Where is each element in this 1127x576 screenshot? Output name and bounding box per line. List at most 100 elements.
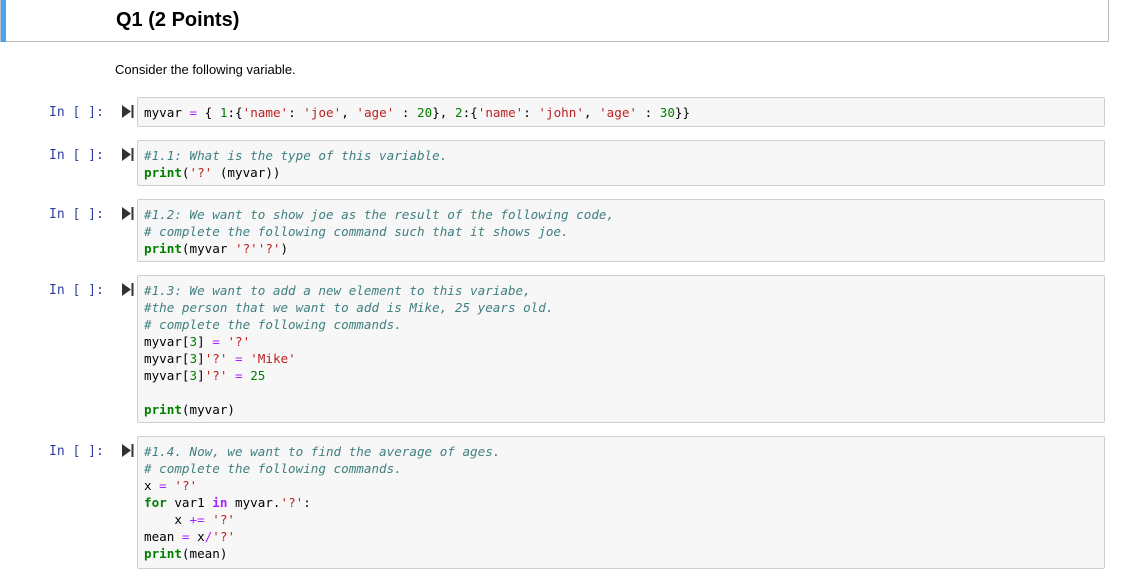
code-line: mean = x/'?': [144, 528, 1098, 545]
intro-text: Consider the following variable.: [115, 62, 296, 77]
code-line: myvar = { 1:{'name': 'joe', 'age' : 20},…: [144, 104, 1098, 121]
code-line: #1.4. Now, we want to find the average o…: [144, 443, 1098, 460]
code-token: myvar[: [144, 334, 190, 349]
code-token: 'name': [477, 105, 524, 120]
code-token: #1.3: We want to add a new element to th…: [144, 283, 531, 298]
code-token: =: [212, 334, 220, 349]
question-title: Q1 (2 Points): [116, 9, 240, 31]
code-token: mean: [144, 529, 182, 544]
code-editor[interactable]: #1.4. Now, we want to find the average o…: [138, 437, 1104, 566]
code-token: print: [144, 546, 182, 561]
code-token: myvar[: [144, 368, 190, 383]
code-token: ,: [583, 105, 600, 120]
code-token: x: [189, 529, 205, 544]
code-token: '?': [174, 478, 198, 493]
run-cell-icon[interactable]: [122, 283, 134, 296]
code-token: 3: [189, 351, 198, 366]
code-token: }}: [674, 105, 691, 120]
code-token: (myvar)): [212, 165, 281, 180]
code-token: #1.2: We want to show joe as the result …: [144, 207, 615, 222]
code-token: '?': [189, 165, 213, 180]
run-cell-icon[interactable]: [122, 148, 134, 161]
code-token: for: [144, 495, 167, 510]
code-editor[interactable]: #1.2: We want to show joe as the result …: [138, 200, 1104, 261]
code-token: :: [394, 105, 418, 120]
code-token: (myvar: [181, 241, 235, 256]
code-token: 'age': [356, 105, 395, 120]
code-editor[interactable]: #1.1: What is the type of this variable.…: [138, 141, 1104, 185]
code-editor[interactable]: #1.3: We want to add a new element to th…: [138, 276, 1104, 422]
code-token: myvar: [144, 105, 190, 120]
code-token: (: [181, 165, 190, 180]
code-line: print(mean): [144, 545, 1098, 562]
code-token: =: [235, 368, 243, 383]
code-token: ,: [341, 105, 357, 120]
code-line: x = '?': [144, 477, 1098, 494]
code-token: 3: [189, 368, 198, 383]
code-token: :{: [227, 105, 243, 120]
code-token: #the person that we want to add is Mike,…: [144, 300, 554, 315]
code-token: =: [235, 351, 243, 366]
code-input-area[interactable]: #1.4. Now, we want to find the average o…: [137, 436, 1105, 569]
code-line: #1.3: We want to add a new element to th…: [144, 282, 1098, 299]
code-token: myvar[: [144, 351, 190, 366]
code-token: :: [288, 105, 304, 120]
code-line: # complete the following commands.: [144, 460, 1098, 477]
code-token: 'age': [599, 105, 637, 120]
code-line: x += '?': [144, 511, 1098, 528]
input-prompt: In [ ]:: [49, 148, 104, 163]
code-line: for var1 in myvar.'?':: [144, 494, 1098, 511]
code-token: :{: [462, 105, 478, 120]
run-cell-icon[interactable]: [122, 105, 134, 118]
code-token: ]: [197, 334, 213, 349]
code-token: 2: [454, 105, 463, 120]
code-token: +=: [189, 512, 205, 527]
code-line: print('?' (myvar)): [144, 164, 1098, 181]
run-cell-icon[interactable]: [122, 207, 134, 220]
run-cell-icon[interactable]: [122, 444, 134, 457]
code-editor[interactable]: myvar = { 1:{'name': 'joe', 'age' : 20},…: [138, 98, 1104, 125]
code-token: 'joe': [303, 105, 342, 120]
code-line: myvar[3]'?' = 25: [144, 367, 1098, 384]
code-line: #the person that we want to add is Mike,…: [144, 299, 1098, 316]
code-token: =: [159, 478, 167, 493]
code-token: :: [637, 105, 660, 120]
code-token: (myvar): [181, 402, 235, 417]
code-line: #1.2: We want to show joe as the result …: [144, 206, 1098, 223]
cell-selection-bar: [1, 0, 6, 42]
code-token: ]: [197, 351, 205, 366]
code-token: # complete the following commands.: [144, 317, 402, 332]
code-line: myvar[3]'?' = 'Mike': [144, 350, 1098, 367]
code-token: myvar.: [227, 495, 281, 510]
code-input-area[interactable]: #1.1: What is the type of this variable.…: [137, 140, 1105, 186]
code-token: (mean): [181, 546, 228, 561]
code-token: '?': [212, 529, 236, 544]
code-input-area[interactable]: myvar = { 1:{'name': 'joe', 'age' : 20},…: [137, 97, 1105, 127]
code-token: x: [144, 512, 190, 527]
code-token: print: [144, 241, 182, 256]
input-prompt: In [ ]:: [49, 283, 104, 298]
code-line: # complete the following commands.: [144, 316, 1098, 333]
code-line: #1.1: What is the type of this variable.: [144, 147, 1098, 164]
code-token: in: [212, 495, 228, 510]
code-token: {: [197, 105, 220, 120]
code-token: ): [280, 241, 289, 256]
code-token: 20: [417, 105, 433, 120]
code-line: myvar[3] = '?': [144, 333, 1098, 350]
code-token: x: [144, 478, 160, 493]
input-prompt: In [ ]:: [49, 444, 104, 459]
code-input-area[interactable]: #1.3: We want to add a new element to th…: [137, 275, 1105, 423]
code-token: '?': [227, 334, 251, 349]
code-input-area[interactable]: #1.2: We want to show joe as the result …: [137, 199, 1105, 262]
code-token: :: [303, 495, 311, 510]
code-token: # complete the following command such th…: [144, 224, 569, 239]
code-line: print(myvar '?''?'): [144, 240, 1098, 257]
code-token: 'Mike': [250, 351, 296, 366]
markdown-heading-cell[interactable]: Q1 (2 Points): [0, 0, 1109, 42]
code-token: #1.1: What is the type of this variable.: [144, 148, 448, 163]
input-prompt: In [ ]:: [49, 105, 104, 120]
code-token: 'name': [242, 105, 289, 120]
code-token: =: [189, 105, 198, 120]
